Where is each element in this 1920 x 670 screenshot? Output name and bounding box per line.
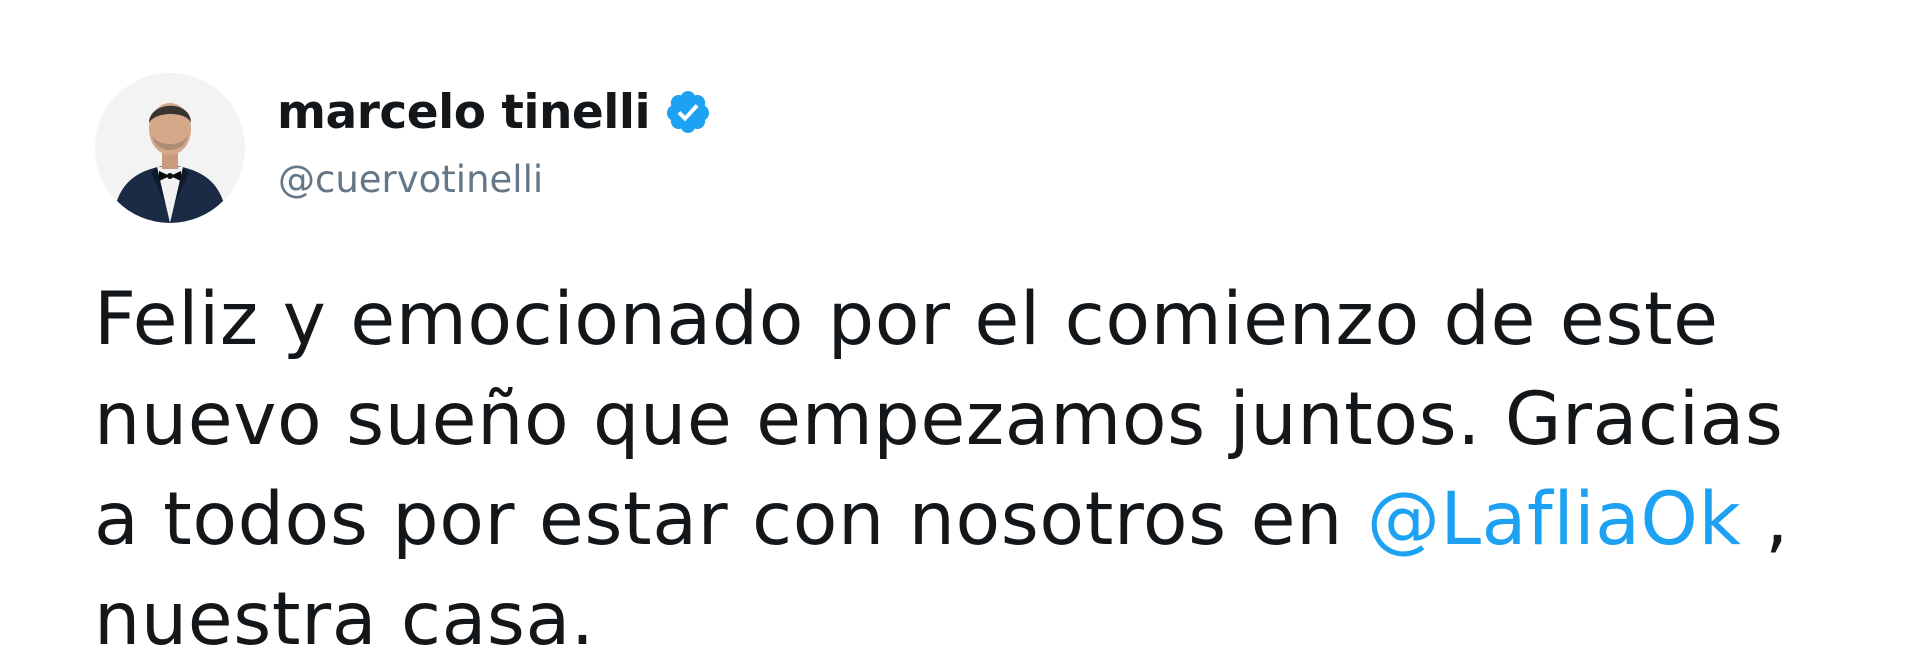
author-handle[interactable]: @cuervotinelli: [278, 158, 543, 201]
tweet-text-line: nuestra casa.: [94, 577, 595, 662]
tweet-text-segment: a todos por estar con nosotros en: [94, 477, 1367, 562]
tweet-text-line: a todos por estar con nosotros en @Lafli…: [94, 470, 1894, 570]
avatar[interactable]: [95, 73, 245, 223]
mention-link[interactable]: @LafliaOk: [1367, 477, 1742, 562]
profile-photo-icon: [95, 73, 245, 223]
author-display-name[interactable]: marcelo tinelli: [277, 85, 651, 140]
tweet-text-line: nuevo sueño que empezamos juntos. Gracia…: [94, 377, 1784, 462]
tweet-card: marcelo tinelli @cuervotinelli Feliz y e…: [0, 0, 1920, 665]
tweet-text: Feliz y emocionado por el comienzo de es…: [94, 270, 1894, 670]
author-name-row: marcelo tinelli: [277, 84, 712, 140]
verified-badge-icon: [664, 88, 712, 136]
tweet-text-line: Feliz y emocionado por el comienzo de es…: [94, 277, 1719, 362]
tweet-text-segment: ,: [1741, 477, 1789, 562]
